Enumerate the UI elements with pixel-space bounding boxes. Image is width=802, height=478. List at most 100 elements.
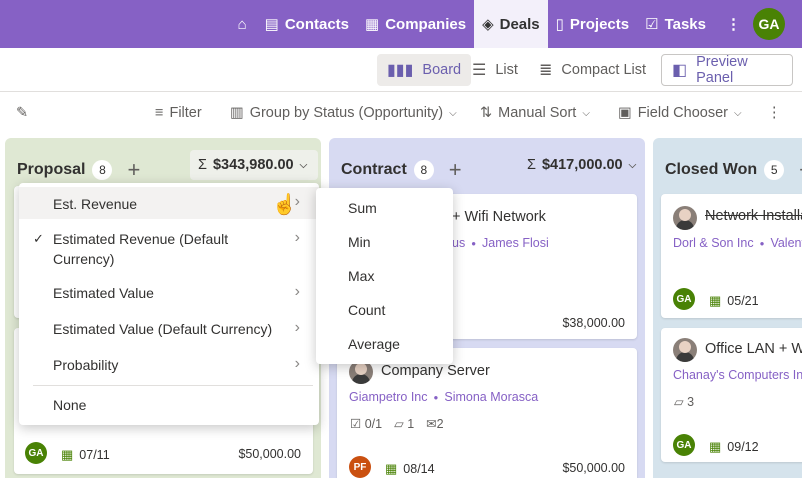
contact-photo xyxy=(673,338,697,362)
nav-projects[interactable]: ▯ Projects xyxy=(548,0,637,48)
menu-item-estimated-revenue-default[interactable]: ✓ Estimated Revenue (Default Currency) › xyxy=(19,221,319,275)
field-chooser-button[interactable]: ▣ Field Chooser ⌵ xyxy=(618,105,742,121)
edit-button[interactable]: ✎ xyxy=(16,105,28,121)
submenu-item-min[interactable]: Min xyxy=(348,234,371,250)
separator-dot: ● xyxy=(471,238,477,248)
checkmark-icon: ✓ xyxy=(33,231,44,246)
user-avatar[interactable]: GA xyxy=(753,8,785,40)
companies-icon: ▦ xyxy=(365,16,380,33)
filter-button[interactable]: ≡ Filter xyxy=(155,105,202,121)
card-links: Dorl & Son Inc ● Valenti xyxy=(673,236,802,250)
more-icon: ⋮ xyxy=(767,105,782,121)
nav-deals[interactable]: ◈ Deals xyxy=(474,0,548,48)
column-sum: $417,000.00 xyxy=(541,157,623,173)
card-stats: ☑ 0/1 ▱ 1 ✉2 xyxy=(350,416,444,431)
card-amount: $50,000.00 xyxy=(238,447,301,461)
menu-item-label: Estimated Value (Default Currency) xyxy=(53,321,273,337)
group-by-button[interactable]: ▥ Group by Status (Opportunity) ⌵ xyxy=(230,105,457,121)
card-company[interactable]: Dorl & Son Inc xyxy=(673,236,754,250)
aggregate-submenu: Sum Min Max Count Average xyxy=(316,188,453,364)
submenu-item-max[interactable]: Max xyxy=(348,268,374,284)
preview-panel-label: Preview Panel xyxy=(696,54,748,86)
card-title: + Wifi Network xyxy=(452,209,546,225)
contacts-icon: ▤ xyxy=(264,16,279,33)
add-deal-button[interactable]: + xyxy=(127,157,140,183)
compact-list-view-button[interactable]: ≣ Compact List xyxy=(529,54,656,86)
view-bar: ▮▮▮ Board ☰ List ≣ Compact List ◧ Preview Pa… xyxy=(0,48,802,92)
more-nav-button[interactable]: ⋮ xyxy=(714,0,753,48)
chevron-down-icon: ⌵ xyxy=(449,107,457,119)
chevron-right-icon: › xyxy=(294,355,300,372)
home-button[interactable]: ⌂ xyxy=(228,0,257,48)
toolbar: ✎ ≡ Filter ▥ Group by Status (Opportunity)… xyxy=(0,92,802,138)
card-amount: $50,000.00 xyxy=(562,461,625,475)
column-count: 5 xyxy=(764,160,785,180)
card-title: Company Server xyxy=(381,363,490,379)
column-title: Contract xyxy=(341,161,407,178)
notes-count: 3 xyxy=(687,395,695,409)
chevron-down-icon: ⌵ xyxy=(733,107,742,119)
card-person[interactable]: Simona Morasca xyxy=(444,390,538,404)
deals-icon: ◈ xyxy=(482,16,494,33)
calendar-icon: ▦ xyxy=(385,461,398,476)
nav-companies[interactable]: ▦ Companies xyxy=(357,0,474,48)
card-date: ▦ 07/11 xyxy=(61,447,110,463)
card-office-lan[interactable]: Office LAN + W Chanay's Computers Inc ▱ … xyxy=(661,328,802,462)
card-date-text: 08/14 xyxy=(403,462,435,476)
column-count: 8 xyxy=(92,160,113,180)
column-sum-button[interactable]: Σ $417,000.00 ⌵ xyxy=(519,150,645,180)
group-icon: ▥ xyxy=(230,105,244,121)
card-date-text: 09/12 xyxy=(727,440,759,454)
nav-contacts[interactable]: ▤ Contacts xyxy=(257,0,357,48)
card-links: Giampetro Inc ● Simona Morasca xyxy=(349,390,538,404)
nav-projects-label: Projects xyxy=(569,15,630,33)
more-icon: ⋮ xyxy=(726,16,741,33)
list-view-button[interactable]: ☰ List xyxy=(462,54,528,86)
separator-dot: ● xyxy=(759,238,765,248)
add-deal-button[interactable]: + xyxy=(449,157,462,183)
card-network[interactable]: Network Installa Dorl & Son Inc ● Valent… xyxy=(661,194,802,318)
card-company[interactable]: Chanay's Computers Inc xyxy=(673,368,802,382)
card-person[interactable]: James Flosi xyxy=(482,236,549,250)
menu-item-label: Estimated Revenue (Default Currency) xyxy=(53,231,229,267)
aggregate-field-menu: Est. Revenue › ✓ Estimated Revenue (Defa… xyxy=(19,183,319,425)
menu-item-none[interactable]: None xyxy=(19,389,319,421)
sigma-icon: Σ xyxy=(198,157,207,173)
board-view-button[interactable]: ▮▮▮ Board xyxy=(377,54,472,86)
preview-panel-button[interactable]: ◧ Preview Panel xyxy=(661,54,793,86)
card-title: Office LAN + W xyxy=(705,341,802,357)
nav-tasks[interactable]: ☑ Tasks xyxy=(637,0,714,48)
menu-item-label: None xyxy=(53,397,87,413)
menu-item-estimated-value[interactable]: Estimated Value › xyxy=(19,277,319,311)
submenu-item-count[interactable]: Count xyxy=(348,302,385,318)
notes-stat: ▱ 3 xyxy=(674,394,694,409)
menu-item-estimated-value-default[interactable]: Estimated Value (Default Currency) › xyxy=(19,313,319,347)
tasks-count: 0/1 xyxy=(364,417,383,431)
column-header: Closed Won 5 + xyxy=(665,157,802,183)
card-company-server[interactable]: Company Server Giampetro Inc ● Simona Mo… xyxy=(337,348,637,478)
card-stats: ▱ 3 xyxy=(674,394,694,409)
board-view-label: Board xyxy=(422,62,462,78)
menu-item-probability[interactable]: Probability › xyxy=(19,349,319,383)
submenu-item-sum[interactable]: Sum xyxy=(348,200,377,216)
notes-stat: ▱ 1 xyxy=(394,416,414,431)
card-amount: $38,000.00 xyxy=(562,316,625,330)
chevron-right-icon: › xyxy=(294,229,300,246)
avatar: PF xyxy=(349,456,371,478)
compact-list-label: Compact List xyxy=(561,62,647,78)
list-view-label: List xyxy=(495,62,518,78)
card-company[interactable]: us xyxy=(452,236,465,250)
menu-item-label: Estimated Value xyxy=(53,285,154,301)
card-title: Network Installa xyxy=(705,208,802,224)
chevron-right-icon: › xyxy=(294,283,300,300)
column-title: Closed Won xyxy=(665,161,758,178)
column-title: Proposal xyxy=(17,161,86,178)
home-icon: ⌂ xyxy=(237,15,247,33)
card-company[interactable]: Giampetro Inc xyxy=(349,390,428,404)
more-toolbar-button[interactable]: ⋮ xyxy=(767,105,782,121)
column-sum-button[interactable]: Σ $343,980.00 ⌵ xyxy=(190,150,318,180)
submenu-item-average[interactable]: Average xyxy=(348,336,400,352)
card-person[interactable]: Valenti xyxy=(770,236,802,250)
card-date: ▦ 05/21 xyxy=(709,293,759,309)
sort-button[interactable]: ⇅ Manual Sort ⌵ xyxy=(480,105,590,121)
